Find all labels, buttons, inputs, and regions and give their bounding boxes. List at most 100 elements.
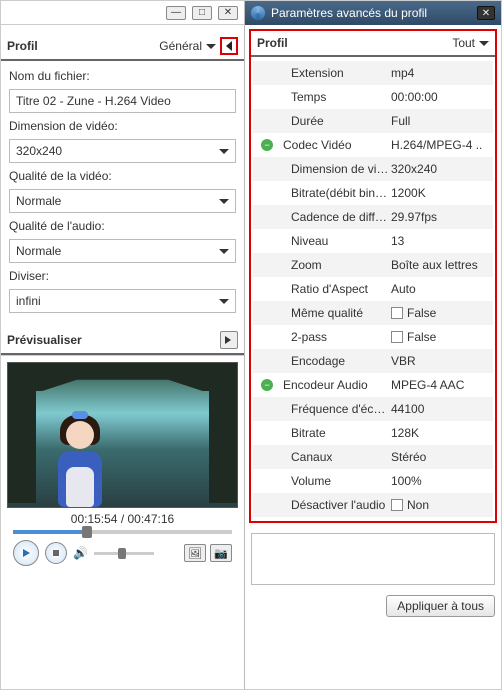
advanced-filter-toggle[interactable]: Tout <box>452 36 489 50</box>
property-value[interactable]: Full <box>391 114 493 128</box>
property-value[interactable]: mp4 <box>391 66 493 80</box>
property-label: Volume <box>281 474 391 488</box>
volume-thumb[interactable] <box>118 548 126 559</box>
preview-section-header: Prévisualiser <box>1 327 244 355</box>
property-row[interactable]: EncodageVBR <box>253 349 493 373</box>
split-label: Diviser: <box>9 269 236 283</box>
checkbox[interactable] <box>391 307 403 319</box>
property-label: Extension <box>281 66 391 80</box>
collapse-panel-button[interactable] <box>220 37 238 55</box>
property-row[interactable]: Niveau13 <box>253 229 493 253</box>
property-label: Codec Vidéo <box>281 138 391 152</box>
property-value[interactable]: 128K <box>391 426 493 440</box>
collapse-group-icon[interactable]: − <box>261 139 273 151</box>
property-label: Bitrate(débit binai... <box>281 186 391 200</box>
description-box[interactable] <box>251 533 495 585</box>
seek-slider[interactable] <box>7 530 238 534</box>
property-row[interactable]: Ratio d'AspectAuto <box>253 277 493 301</box>
property-row[interactable]: Cadence de diffu...29.97fps <box>253 205 493 229</box>
preview-video[interactable] <box>7 362 238 508</box>
snapshot-folder-button[interactable]: 🖼 <box>184 544 206 562</box>
caret-down-icon <box>219 149 229 154</box>
app-logo-icon <box>251 6 265 20</box>
time-display: 00:15:54 / 00:47:16 <box>7 508 238 530</box>
checkbox[interactable] <box>391 331 403 343</box>
volume-slider[interactable] <box>94 552 154 555</box>
property-row[interactable]: Même qualitéFalse <box>253 301 493 325</box>
checkbox[interactable] <box>391 499 403 511</box>
caret-down-icon <box>206 44 216 49</box>
property-row[interactable]: −Encodeur AudioMPEG-4 AAC <box>253 373 493 397</box>
video-dimension-label: Dimension de vidéo: <box>9 119 236 133</box>
caret-down-icon <box>219 299 229 304</box>
seek-thumb[interactable] <box>82 526 92 538</box>
video-quality-label: Qualité de la vidéo: <box>9 169 236 183</box>
property-value[interactable]: 44100 <box>391 402 493 416</box>
close-button[interactable]: ✕ <box>218 6 238 20</box>
property-value[interactable]: False <box>391 330 493 344</box>
profile-mode-toggle[interactable]: Général <box>159 37 238 55</box>
property-value[interactable]: Auto <box>391 282 493 296</box>
advanced-close-button[interactable]: ✕ <box>477 6 495 20</box>
profile-form: Nom du fichier: Titre 02 - Zune - H.264 … <box>1 61 244 313</box>
filename-input[interactable]: Titre 02 - Zune - H.264 Video <box>9 89 236 113</box>
property-row[interactable]: 2-passFalse <box>253 325 493 349</box>
maximize-button[interactable]: □ <box>192 6 212 20</box>
property-row[interactable]: ZoomBoîte aux lettres <box>253 253 493 277</box>
stop-button[interactable] <box>45 542 67 564</box>
property-row[interactable]: Bitrate(débit binai...1200K <box>253 181 493 205</box>
property-value[interactable]: 1200K <box>391 186 493 200</box>
property-row[interactable]: Désactiver l'audioNon <box>253 493 493 517</box>
property-row[interactable]: Fréquence d'écha...44100 <box>253 397 493 421</box>
video-quality-select[interactable]: Normale <box>9 189 236 213</box>
split-select[interactable]: infini <box>9 289 236 313</box>
window-controls: — □ ✕ <box>1 1 244 25</box>
property-value[interactable]: VBR <box>391 354 493 368</box>
property-label: 2-pass <box>281 330 391 344</box>
property-value[interactable]: 100% <box>391 474 493 488</box>
caret-down-icon <box>219 199 229 204</box>
property-label: Même qualité <box>281 306 391 320</box>
profile-title: Profil <box>7 39 38 53</box>
preview-forward-button[interactable] <box>220 331 238 349</box>
volume-icon[interactable]: 🔊 <box>73 546 88 560</box>
property-value[interactable]: Stéréo <box>391 450 493 464</box>
apply-to-all-button[interactable]: Appliquer à tous <box>386 595 495 617</box>
left-pane: — □ ✕ Profil Général Nom du fichier: Tit… <box>1 1 245 689</box>
property-label: Bitrate <box>281 426 391 440</box>
caret-down-icon <box>479 41 489 46</box>
property-value[interactable]: 320x240 <box>391 162 493 176</box>
property-row[interactable]: CanauxStéréo <box>253 445 493 469</box>
play-button[interactable] <box>13 540 39 566</box>
property-row[interactable]: Extensionmp4 <box>253 61 493 85</box>
property-value[interactable]: MPEG-4 AAC <box>391 378 493 392</box>
video-dimension-select[interactable]: 320x240 <box>9 139 236 163</box>
property-label: Canaux <box>281 450 391 464</box>
property-value[interactable]: 00:00:00 <box>391 90 493 104</box>
property-value[interactable]: 29.97fps <box>391 210 493 224</box>
property-row[interactable]: Temps00:00:00 <box>253 85 493 109</box>
property-row[interactable]: Bitrate128K <box>253 421 493 445</box>
minimize-button[interactable]: — <box>166 6 186 20</box>
collapse-group-icon[interactable]: − <box>261 379 273 391</box>
property-row[interactable]: Dimension de vid...320x240 <box>253 157 493 181</box>
audio-quality-select[interactable]: Normale <box>9 239 236 263</box>
property-label: Niveau <box>281 234 391 248</box>
property-value[interactable]: Non <box>391 498 493 512</box>
property-value[interactable]: Boîte aux lettres <box>391 258 493 272</box>
property-label: Encodage <box>281 354 391 368</box>
property-value[interactable]: H.264/MPEG-4 .. <box>391 138 493 152</box>
property-label: Zoom <box>281 258 391 272</box>
property-row[interactable]: Volume100% <box>253 469 493 493</box>
property-row[interactable]: −Codec VidéoH.264/MPEG-4 .. <box>253 133 493 157</box>
snapshot-button[interactable]: 📷 <box>210 544 232 562</box>
preview-title: Prévisualiser <box>7 333 82 347</box>
property-value[interactable]: False <box>391 306 493 320</box>
filename-label: Nom du fichier: <box>9 69 236 83</box>
property-label: Fréquence d'écha... <box>281 402 391 416</box>
property-label: Ratio d'Aspect <box>281 282 391 296</box>
audio-quality-label: Qualité de l'audio: <box>9 219 236 233</box>
property-row[interactable]: DuréeFull <box>253 109 493 133</box>
property-value[interactable]: 13 <box>391 234 493 248</box>
advanced-properties-panel: Profil Tout Extensionmp4Temps00:00:00Dur… <box>249 29 497 523</box>
